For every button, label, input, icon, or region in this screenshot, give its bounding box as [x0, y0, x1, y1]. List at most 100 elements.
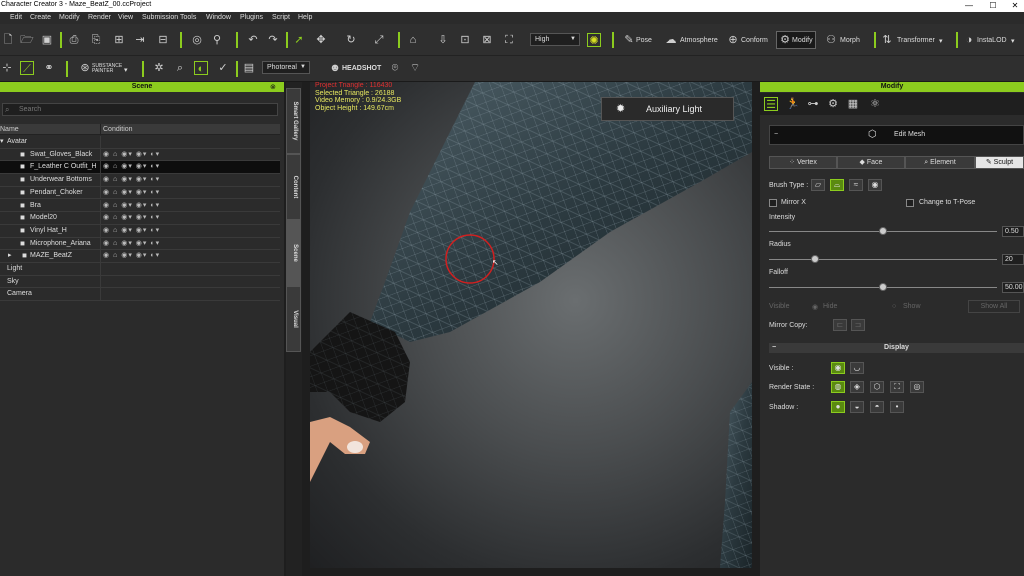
hierarchy-icon[interactable]: ⚭ — [42, 61, 56, 75]
collapse-icon[interactable]: − — [772, 343, 776, 353]
tab-sculpt[interactable]: ✎ Sculpt — [975, 156, 1024, 169]
hide-radio[interactable]: ◉ — [812, 303, 818, 311]
falloff-slider-handle[interactable] — [879, 283, 887, 291]
atmosphere-button[interactable]: Atmosphere — [680, 37, 718, 44]
minimize-button[interactable]: — — [960, 0, 978, 12]
render-shaded-icon[interactable]: ◈ — [850, 381, 864, 393]
tab-vertex[interactable]: ⁘ Vertex — [769, 156, 837, 169]
modify-icon[interactable]: ⚙ — [778, 33, 792, 47]
tab-scene[interactable]: Scene — [286, 220, 301, 286]
scene-item-condition[interactable] — [100, 288, 280, 301]
shadow-none-icon[interactable]: • — [890, 401, 904, 413]
intensity-value[interactable]: 0.50 — [1002, 226, 1024, 237]
scale-icon[interactable]: ⤢ — [372, 33, 386, 47]
display-section-header[interactable]: − Display — [769, 343, 1024, 353]
render-wire-icon[interactable]: ◎ — [910, 381, 924, 393]
menu-create[interactable]: Create — [30, 14, 51, 21]
cloth-icon[interactable]: ✲ — [152, 61, 166, 75]
move-icon[interactable]: ✥ — [314, 33, 328, 47]
menu-help[interactable]: Help — [298, 14, 312, 21]
scene-item-condition[interactable]: ◉ ⌂ ◉▾ ◉▾ ◐▾ — [100, 212, 280, 224]
rotate-icon[interactable]: ↻ — [344, 33, 358, 47]
export-fbx-icon[interactable]: ⊞ — [112, 33, 126, 47]
scene-tree-row[interactable]: ◼ Pendant_Choker ◉ ⌂ ◉▾ ◉▾ ◐▾ — [0, 186, 280, 200]
edit-mesh-button[interactable]: − ⬡ Edit Mesh — [769, 125, 1024, 145]
conform-icon[interactable]: ⊕ — [726, 33, 740, 47]
visible-on-icon[interactable]: ◉ — [831, 362, 845, 374]
chevron-down-icon[interactable]: ▾ — [1011, 37, 1015, 45]
quality-select[interactable]: High ▼ — [530, 33, 580, 46]
check-icon[interactable]: ✓ — [216, 61, 230, 75]
collapse-icon[interactable]: − — [774, 126, 778, 144]
shadow-cast-icon[interactable]: ◒ — [850, 401, 864, 413]
shadow-receive-icon[interactable]: ◓ — [870, 401, 884, 413]
change-tpose-checkbox[interactable] — [906, 199, 914, 207]
morph-button[interactable]: Morph — [840, 37, 860, 44]
substance-icon[interactable]: ⊛ — [78, 61, 92, 75]
show-all-button[interactable]: Show All — [968, 300, 1020, 313]
tab-visual[interactable]: Visual — [286, 286, 301, 352]
headshot-button[interactable]: HEADSHOT — [342, 65, 381, 72]
scene-tree-row[interactable]: ◼ Underwear Bottoms ◉ ⌂ ◉▾ ◉▾ ◐▾ — [0, 174, 280, 187]
chevron-down-icon[interactable]: ▾ — [124, 66, 128, 74]
transformer-button[interactable]: Transformer — [897, 37, 935, 44]
redo-icon[interactable]: ↷ — [266, 33, 280, 47]
modify-button[interactable]: Modify — [792, 37, 813, 44]
tab-face[interactable]: ◆ Face — [837, 156, 905, 169]
render-mode-select[interactable]: Photoreal ▼ — [262, 61, 310, 74]
headshot-icon[interactable]: ☻ — [328, 61, 342, 75]
select-icon[interactable]: ➚ — [292, 33, 306, 47]
menu-edit[interactable]: Edit — [10, 14, 22, 21]
search-icon[interactable]: ⌕ — [173, 61, 187, 75]
pose-icon[interactable]: ✎ — [622, 33, 636, 47]
render-cube-icon[interactable]: ⬡ — [870, 381, 884, 393]
mirror-copy-right-icon[interactable]: ⊐ — [851, 319, 865, 331]
scene-item-condition[interactable]: ◉ ⌂ ◉▾ ◉▾ ◐▾ — [100, 186, 280, 199]
scene-item-condition[interactable]: ◉ ⌂ ◉▾ ◉▾ ◐▾ — [100, 237, 280, 250]
radius-value[interactable]: 20 — [1002, 254, 1024, 265]
scene-tree-row[interactable]: ◼ Microphone_Ariana ◉ ⌂ ◉▾ ◉▾ ◐▾ — [0, 237, 280, 251]
frame-icon[interactable]: ⊡ — [458, 33, 472, 47]
scene-tree-row[interactable]: ◼ F_Leather C Outfit_H ◉ ⌂ ◉▾ ◉▾ ◐▾ — [0, 161, 280, 175]
sliders-icon[interactable]: ☰ — [764, 97, 778, 111]
render-icon[interactable]: ▤ — [242, 61, 256, 75]
light-icon[interactable]: ✺ — [587, 33, 601, 47]
conform-button[interactable]: Conform — [741, 37, 768, 44]
tab-content[interactable]: Content — [286, 154, 301, 220]
scene-tree-row[interactable]: Light — [0, 263, 280, 276]
tab-element[interactable]: ⌕ Element — [905, 156, 975, 169]
character-icon[interactable]: ⚲ — [210, 33, 224, 47]
bone-edit-icon[interactable]: ⟋ — [20, 61, 34, 75]
scene-item-condition[interactable] — [100, 263, 280, 275]
chevron-down-icon[interactable]: ▾ — [939, 37, 943, 45]
auxiliary-light-button[interactable]: ✹ Auxiliary Light — [601, 97, 734, 121]
menu-render[interactable]: Render — [88, 14, 111, 21]
shadow-both-icon[interactable]: ● — [831, 401, 845, 413]
send-icon[interactable]: ⇥ — [133, 33, 147, 47]
bone-icon[interactable]: ⊶ — [806, 97, 820, 111]
screen-icon[interactable]: ⊟ — [156, 33, 170, 47]
checker-icon[interactable]: ▦ — [846, 97, 860, 111]
scene-tree-row[interactable]: ◼ Model20 ◉ ⌂ ◉▾ ◉▾ ◐▾ — [0, 212, 280, 225]
search-input[interactable]: Search — [2, 103, 278, 116]
instalod-icon[interactable]: ◑ — [962, 33, 976, 47]
close-button[interactable]: ✕ — [1006, 0, 1024, 12]
column-condition[interactable]: Condition — [100, 124, 133, 135]
mirror-x-checkbox[interactable] — [769, 199, 777, 207]
scene-tree-row[interactable]: ◼ Vinyl Hat_H ◉ ⌂ ◉▾ ◉▾ ◐▾ — [0, 224, 280, 238]
motion-icon[interactable]: 🏃 — [786, 97, 800, 111]
scene-item-condition[interactable]: ◉ ⌂ ◉▾ ◉▾ ◐▾ — [100, 199, 280, 212]
new-file-icon[interactable]: 🗋 — [1, 33, 15, 47]
node-edit-icon[interactable]: ⊹ — [0, 61, 14, 75]
scene-item-condition[interactable]: ◉ ⌂ ◉▾ ◉▾ ◐▾ — [100, 250, 280, 262]
atom-icon[interactable]: ⚛ — [868, 97, 882, 111]
maximize-button[interactable]: ☐ — [984, 0, 1002, 12]
menu-script[interactable]: Script — [272, 14, 290, 21]
menu-modify[interactable]: Modify — [59, 14, 80, 21]
radius-slider-handle[interactable] — [810, 255, 819, 263]
scene-tree-row[interactable]: ▸ ◼ MAZE_BeatZ ◉ ⌂ ◉▾ ◉▾ ◐▾ — [0, 250, 280, 263]
home-icon[interactable]: ⌂ — [406, 33, 420, 47]
download-icon[interactable]: ⇩ — [436, 33, 450, 47]
scene-item-condition[interactable] — [100, 275, 280, 288]
pose-icon[interactable]: ⚙ — [826, 97, 840, 111]
